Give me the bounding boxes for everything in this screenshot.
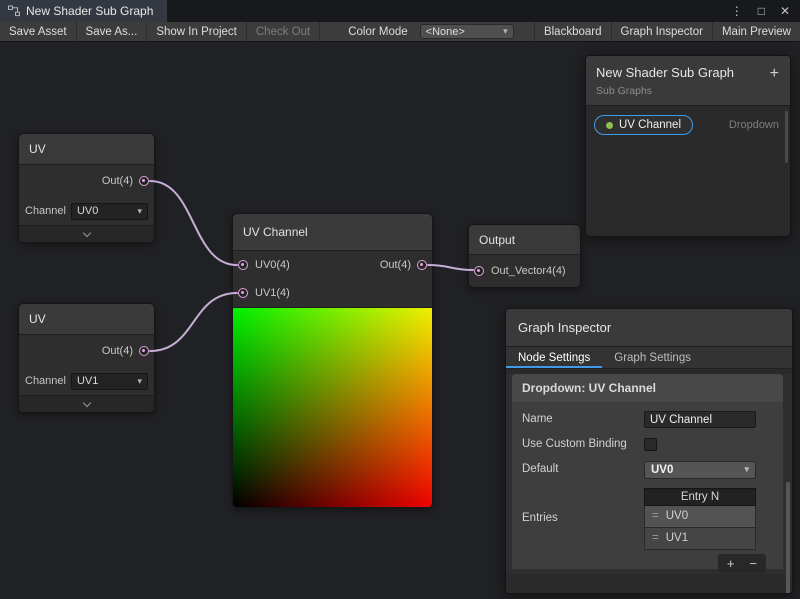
blackboard-item-uv-channel[interactable]: UV Channel Dropdown xyxy=(594,115,782,135)
output-port[interactable] xyxy=(139,176,149,186)
blackboard-title: New Shader Sub Graph xyxy=(596,65,780,80)
blackboard-toggle-button[interactable]: Blackboard xyxy=(534,22,611,41)
use-custom-binding-label: Use Custom Binding xyxy=(522,437,644,452)
save-asset-button[interactable]: Save Asset xyxy=(0,22,77,41)
graph-inspector-toggle-button[interactable]: Graph Inspector xyxy=(611,22,712,41)
property-name: UV Channel xyxy=(619,119,681,131)
property-type: Dropdown xyxy=(729,119,779,131)
output-port[interactable] xyxy=(139,346,149,356)
color-mode-dropdown[interactable]: <None> ▾ xyxy=(420,24,514,39)
default-dropdown[interactable]: UV0 ▾ xyxy=(644,461,756,479)
toolbar-toggles: Blackboard Graph Inspector Main Preview xyxy=(534,22,800,41)
port-label-out: Out(4) xyxy=(102,175,133,187)
graph-inspector-title: Graph Inspector xyxy=(506,309,792,347)
subgraph-icon xyxy=(8,5,20,17)
inspector-scrollbar[interactable] xyxy=(786,482,790,594)
port-label-uv1: UV1(4) xyxy=(255,287,290,299)
chevron-down-icon: ▾ xyxy=(744,465,749,474)
exposed-dot-icon xyxy=(606,122,613,129)
window-tab-bar: New Shader Sub Graph ⋮ □ ✕ xyxy=(0,0,800,22)
channel-label: Channel xyxy=(25,205,66,217)
main-preview-toggle-button[interactable]: Main Preview xyxy=(712,22,800,41)
entries-header: Entry N xyxy=(644,488,756,506)
port-label-out: Out(4) xyxy=(380,259,411,271)
entry-row-uv0[interactable]: = UV0 xyxy=(644,506,756,528)
use-custom-binding-checkbox[interactable] xyxy=(644,438,657,451)
uv-preview-image xyxy=(233,307,432,507)
output-port[interactable] xyxy=(417,260,427,270)
entries-list: Entry N = UV0 = UV1 xyxy=(644,488,756,550)
entries-label: Entries xyxy=(522,511,644,526)
blackboard-subtitle: Sub Graphs xyxy=(596,85,780,97)
name-label: Name xyxy=(522,412,644,427)
node-uv-channel[interactable]: UV Channel UV0(4) UV1(4) Out(4) xyxy=(232,213,433,508)
wire-uv1-to-uv0[interactable] xyxy=(150,181,237,265)
color-mode-label: Color Mode xyxy=(320,22,413,41)
input-port-uv1[interactable] xyxy=(238,288,248,298)
kebab-menu-icon[interactable]: ⋮ xyxy=(731,4,743,18)
chevron-down-icon: ▾ xyxy=(137,377,142,386)
show-in-project-button[interactable]: Show In Project xyxy=(147,22,247,41)
channel-value: UV0 xyxy=(77,205,98,217)
window-tab[interactable]: New Shader Sub Graph xyxy=(0,0,167,22)
check-out-button[interactable]: Check Out xyxy=(247,22,320,41)
channel-label: Channel xyxy=(25,375,66,387)
color-mode-value: <None> xyxy=(426,26,465,38)
chevron-down-icon xyxy=(82,398,90,406)
input-port-out-vector4[interactable] xyxy=(474,266,484,276)
channel-dropdown[interactable]: UV0 ▾ xyxy=(71,203,148,220)
window-controls: ⋮ □ ✕ xyxy=(731,0,800,22)
default-value: UV0 xyxy=(651,464,673,476)
wire-uv2-to-uv1[interactable] xyxy=(150,293,237,351)
blackboard-panel[interactable]: New Shader Sub Graph Sub Graphs + UV Cha… xyxy=(585,55,791,237)
channel-value: UV1 xyxy=(77,375,98,387)
tab-node-settings[interactable]: Node Settings xyxy=(506,347,602,368)
port-label-uv0: UV0(4) xyxy=(255,259,290,271)
node-title[interactable]: Output xyxy=(469,225,580,255)
property-pill[interactable]: UV Channel xyxy=(594,115,693,135)
node-uv-1[interactable]: UV Out(4) Channel UV0 ▾ xyxy=(18,133,155,243)
tab-graph-settings[interactable]: Graph Settings xyxy=(602,347,703,368)
port-label-out-vector4: Out_Vector4(4) xyxy=(491,265,566,277)
node-collapse-button[interactable] xyxy=(19,395,154,412)
entries-add-remove: + − xyxy=(718,554,766,573)
maximize-icon[interactable]: □ xyxy=(758,4,765,18)
entry-row-uv1[interactable]: = UV1 xyxy=(644,528,756,550)
chevron-down-icon: ▾ xyxy=(503,27,508,36)
graph-canvas[interactable]: UV Out(4) Channel UV0 ▾ UV Out(4) Channe… xyxy=(0,42,800,599)
default-label: Default xyxy=(522,462,644,477)
port-label-out: Out(4) xyxy=(102,345,133,357)
input-port-uv0[interactable] xyxy=(238,260,248,270)
toolbar: Save Asset Save As... Show In Project Ch… xyxy=(0,22,800,42)
drag-handle-icon[interactable]: = xyxy=(652,510,659,522)
node-output[interactable]: Output Out_Vector4(4) xyxy=(468,224,581,288)
window-title: New Shader Sub Graph xyxy=(26,4,153,18)
add-entry-button[interactable]: + xyxy=(727,556,735,571)
wire-out-to-output[interactable] xyxy=(428,265,473,270)
drag-handle-icon[interactable]: = xyxy=(652,532,659,544)
blackboard-scrollbar[interactable] xyxy=(785,111,788,163)
add-property-button[interactable]: + xyxy=(770,65,779,83)
node-title[interactable]: UV xyxy=(19,134,154,165)
section-title: Dropdown: UV Channel xyxy=(512,374,783,402)
node-title[interactable]: UV Channel xyxy=(233,214,432,251)
remove-entry-button[interactable]: − xyxy=(749,556,757,571)
node-uv-2[interactable]: UV Out(4) Channel UV1 ▾ xyxy=(18,303,155,413)
chevron-down-icon: ▾ xyxy=(137,207,142,216)
dropdown-settings-section: Dropdown: UV Channel Name Use Custom Bin… xyxy=(512,374,783,569)
entry-value: UV0 xyxy=(666,510,688,522)
graph-inspector-panel[interactable]: Graph Inspector Node Settings Graph Sett… xyxy=(505,308,793,594)
channel-dropdown[interactable]: UV1 ▾ xyxy=(71,373,148,390)
node-collapse-button[interactable] xyxy=(19,225,154,242)
chevron-down-icon xyxy=(82,228,90,236)
name-input[interactable] xyxy=(644,411,756,428)
save-as-button[interactable]: Save As... xyxy=(77,22,148,41)
node-title[interactable]: UV xyxy=(19,304,154,335)
close-icon[interactable]: ✕ xyxy=(780,4,790,18)
entry-value: UV1 xyxy=(666,532,688,544)
